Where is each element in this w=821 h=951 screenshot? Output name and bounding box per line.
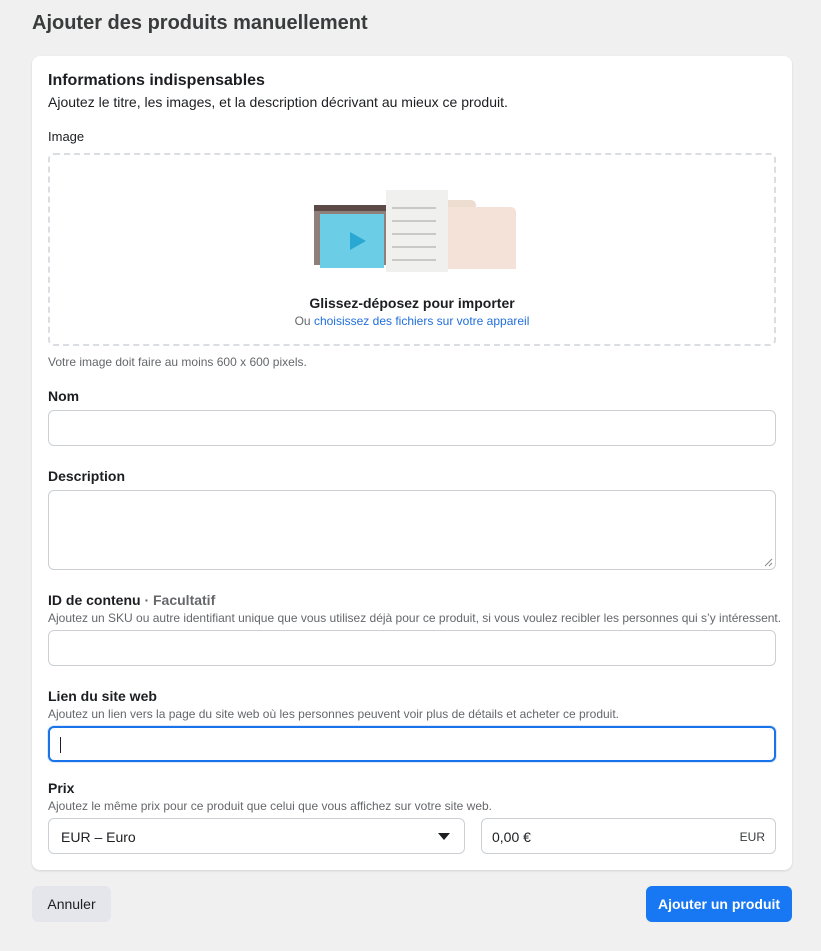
- image-helper: Votre image doit faire au moins 600 x 60…: [48, 355, 307, 369]
- price-amount-input[interactable]: 0,00 € EUR: [481, 818, 776, 854]
- price-label: Prix: [48, 780, 75, 796]
- price-helper: Ajoutez le même prix pour ce produit que…: [48, 799, 493, 813]
- description-label: Description: [48, 468, 126, 484]
- website-label: Lien du site web: [48, 688, 157, 704]
- currency-select[interactable]: EUR – Euro: [48, 818, 465, 854]
- optional-tag: · Facultatif: [144, 592, 216, 608]
- resize-handle-icon[interactable]: [764, 558, 773, 567]
- essential-info-card: Informations indispensables Ajoutez le t…: [32, 56, 792, 870]
- image-dropzone[interactable]: Glissez-déposez pour importer Ou choisis…: [48, 153, 776, 346]
- name-input[interactable]: [48, 410, 776, 446]
- currency-selected-value: EUR – Euro: [61, 829, 136, 845]
- text-caret: [60, 737, 61, 753]
- cancel-button[interactable]: Annuler: [32, 886, 111, 922]
- image-label: Image: [48, 129, 85, 144]
- choose-files-link[interactable]: choisissez des fichiers sur votre appare…: [314, 314, 529, 328]
- add-product-button[interactable]: Ajouter un produit: [646, 886, 792, 922]
- dropdown-arrow-icon: [438, 833, 450, 840]
- dropzone-subtitle: Ou choisissez des fichiers sur votre app…: [50, 314, 774, 328]
- price-currency-unit: EUR: [739, 830, 765, 844]
- section-title: Informations indispensables: [48, 72, 265, 89]
- website-input[interactable]: [48, 726, 776, 762]
- content-id-label-text: ID de contenu: [48, 592, 141, 608]
- section-subtitle: Ajoutez le titre, les images, et la desc…: [48, 94, 508, 110]
- dropzone-title: Glissez-déposez pour importer: [309, 295, 515, 311]
- dropzone-or-text: Ou: [294, 314, 311, 328]
- content-id-label: ID de contenu · Facultatif: [48, 592, 215, 608]
- price-amount-value: 0,00 €: [492, 829, 531, 845]
- name-label: Nom: [48, 388, 80, 404]
- website-helper: Ajoutez un lien vers la page du site web…: [48, 707, 620, 721]
- content-id-input[interactable]: [48, 630, 776, 666]
- page-title: Ajouter des produits manuellement: [32, 12, 368, 34]
- content-id-helper: Ajoutez un SKU ou autre identifiant uniq…: [48, 611, 782, 625]
- media-files-illustration-icon: [314, 190, 516, 272]
- description-textarea[interactable]: [48, 490, 776, 570]
